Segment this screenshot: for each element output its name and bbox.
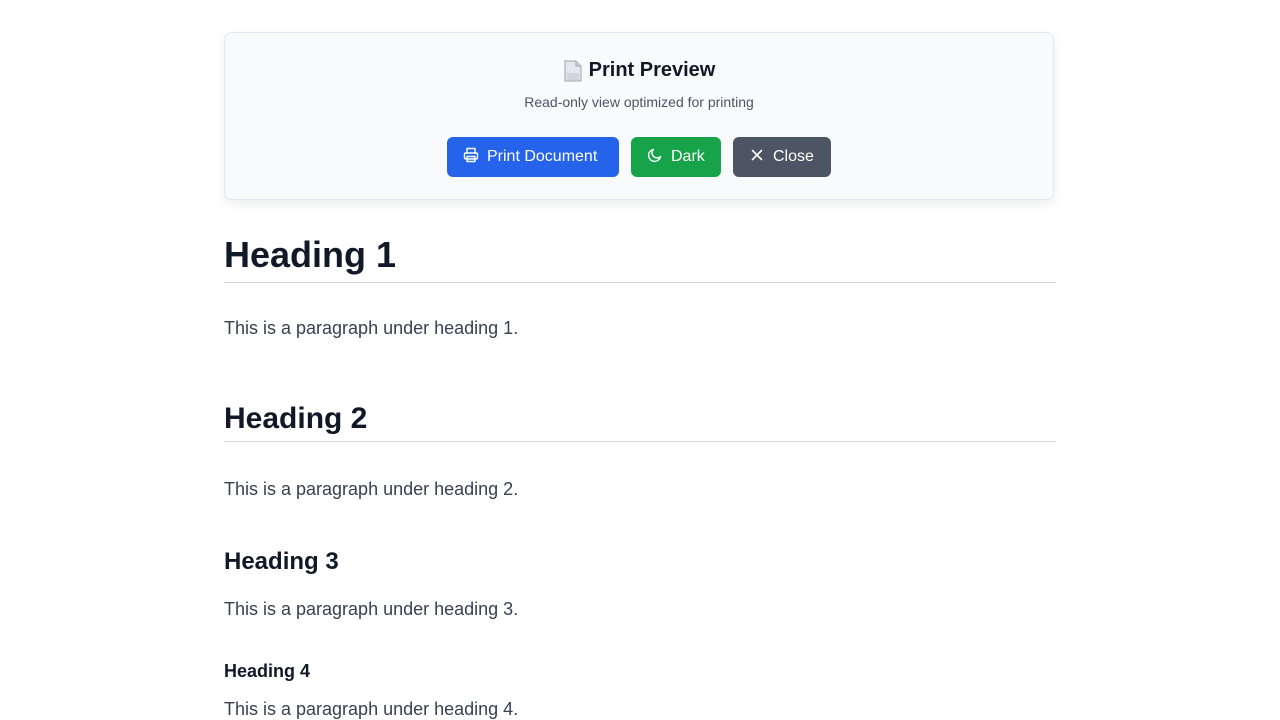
heading-3: Heading 3 (224, 548, 339, 575)
toolbar-subtitle: Read-only view optimized for printing (524, 94, 754, 110)
heading-2-divider (224, 441, 1056, 442)
close-icon (749, 147, 765, 168)
toolbar-button-row: Print Document Dark Close (225, 137, 1053, 177)
heading-1-divider (224, 282, 1056, 283)
toolbar-title-row: Print Preview (225, 59, 1053, 82)
paragraph-2: This is a paragraph under heading 2. (224, 479, 519, 499)
heading-4: Heading 4 (224, 661, 311, 681)
dark-mode-button[interactable]: Dark (631, 137, 721, 177)
printer-icon (463, 147, 479, 168)
print-document-label: Print Document (487, 148, 598, 165)
paragraph-4: This is a paragraph under heading 4. (224, 699, 519, 719)
print-document-button[interactable]: Print Document (447, 137, 619, 177)
print-preview-toolbar: Print Preview Read-only view optimized f… (224, 32, 1054, 200)
heading-1: Heading 1 (224, 234, 397, 275)
heading-2: Heading 2 (224, 402, 368, 435)
paragraph-3: This is a paragraph under heading 3. (224, 599, 519, 619)
toolbar-title: Print Preview (588, 59, 716, 81)
close-label: Close (773, 148, 814, 165)
paragraph-1: This is a paragraph under heading 1. (224, 318, 519, 338)
document-icon (563, 60, 583, 82)
dark-mode-label: Dark (671, 148, 705, 165)
close-button[interactable]: Close (733, 137, 831, 177)
moon-icon (647, 147, 663, 168)
